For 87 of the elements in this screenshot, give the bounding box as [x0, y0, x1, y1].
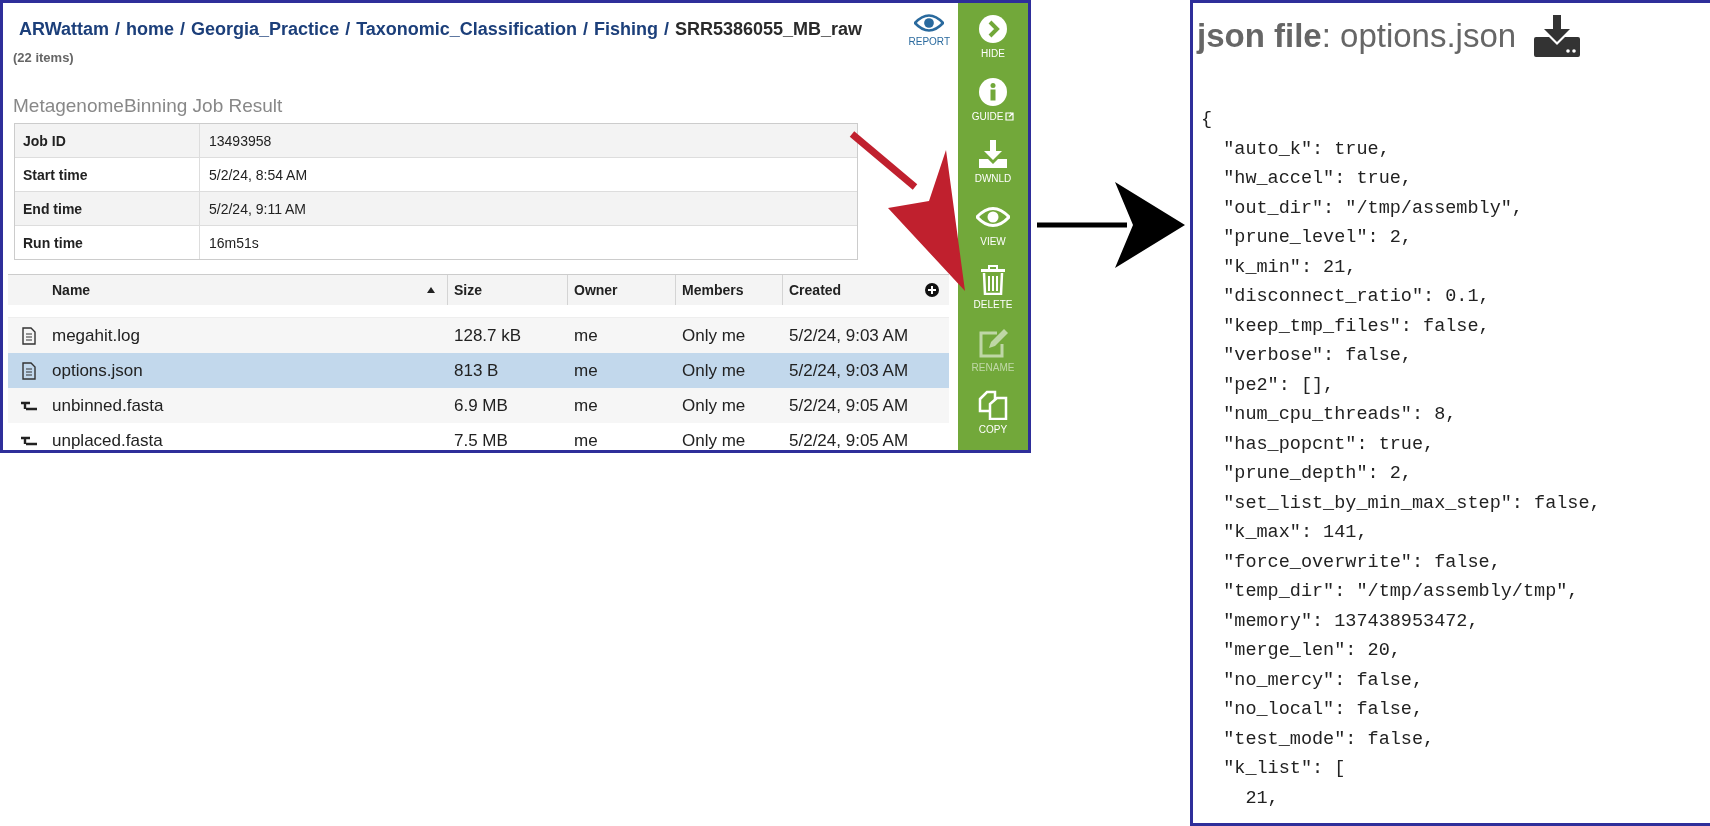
- table-cell-text: unbinned.fasta: [51, 394, 165, 417]
- code-line: "k_list": [: [1222, 757, 1347, 781]
- current-folder: SRR5386055_MB_raw: [674, 19, 863, 40]
- code-line: "out_dir": "/tmp/assembly",: [1222, 196, 1524, 221]
- table-cell-text: 5/2/24, 9:03 AM: [788, 359, 910, 382]
- trash-icon: [980, 264, 1006, 295]
- field-label: End time: [15, 192, 200, 225]
- table-cell-text: 6.9 MB: [453, 394, 509, 417]
- breadcrumb-separator: /: [663, 19, 669, 40]
- table-cell-text: Only me: [681, 324, 747, 347]
- field-value: 13493958: [208, 131, 273, 151]
- breadcrumb-link[interactable]: ARWattam: [19, 19, 109, 40]
- table-cell-text: me: [573, 429, 599, 450]
- field-label: Run time: [15, 226, 200, 259]
- code-line: "no_mercy": false,: [1222, 668, 1425, 693]
- table-cell-text: 813 B: [453, 359, 500, 382]
- code-line: "hw_accel": true,: [1222, 167, 1413, 191]
- file-row[interactable]: unplaced.fasta 7.5 MB me Only me 5/2/24, 9:05 AM: [8, 423, 949, 450]
- copy-icon: [978, 390, 1008, 421]
- chevron-circle-icon: [978, 14, 1008, 44]
- code-line: "memory": 137438953472,: [1222, 609, 1480, 634]
- breadcrumb-separator: /: [180, 19, 186, 40]
- code-line: "auto_k": true,: [1222, 137, 1391, 162]
- field-label: Job ID: [15, 124, 200, 157]
- column-header[interactable]: Created: [783, 275, 921, 305]
- field-label: Start time: [15, 158, 200, 191]
- code-line: "set_list_by_min_max_step": false,: [1222, 491, 1602, 516]
- breadcrumb-separator: /: [115, 19, 121, 40]
- code-line: "prune_level": 2,: [1222, 226, 1413, 250]
- table-cell-text: options.json: [51, 359, 144, 382]
- table-cell-text: Only me: [681, 359, 747, 382]
- table-cell-text: unplaced.fasta: [51, 429, 164, 450]
- code-line: "prune_depth": 2,: [1222, 462, 1413, 486]
- code-line: {: [1201, 108, 1214, 132]
- code-line: "merge_len": 20,: [1222, 639, 1402, 663]
- document-icon: [22, 326, 36, 345]
- viewer-title: json file: options.json: [1197, 17, 1517, 55]
- field-value: 5/2/24, 9:11 AM: [208, 199, 308, 219]
- report-button[interactable]: REPORT: [908, 13, 950, 57]
- table-cell-text: me: [573, 359, 599, 382]
- file-row[interactable]: options.json 813 B me Only me 5/2/24, 9:03 AM: [8, 353, 949, 388]
- eye-icon: [976, 206, 1010, 229]
- breadcrumb-link[interactable]: Fishing: [593, 19, 658, 40]
- info-icon: [978, 76, 1008, 107]
- table-cell-text: 5/2/24, 9:05 AM: [788, 394, 910, 417]
- download-icon[interactable]: [1534, 15, 1581, 57]
- breadcrumb-link[interactable]: Georgia_Practice: [191, 19, 340, 40]
- table-cell-text: 5/2/24, 9:03 AM: [788, 324, 910, 347]
- table-cell-text: 128.7 kB: [453, 324, 523, 347]
- table-cell-text: Only me: [681, 394, 747, 417]
- table-cell-text: me: [573, 394, 599, 417]
- breadcrumb-separator: /: [582, 19, 588, 40]
- document-icon: [22, 361, 36, 380]
- external-link-icon: [1005, 111, 1015, 121]
- breadcrumb-separator: /: [345, 19, 351, 40]
- file-row[interactable]: megahit.log 128.7 kB me Only me 5/2/24, 9:03 AM: [8, 318, 949, 353]
- table-cell-text: megahit.log: [51, 324, 141, 347]
- table-cell-text: 5/2/24, 9:05 AM: [788, 429, 910, 450]
- table-cell-text: 7.5 MB: [453, 429, 509, 450]
- code-line: "disconnect_ratio": 0.1,: [1222, 285, 1491, 309]
- code-line: "pe2": [],: [1222, 373, 1336, 398]
- table-cell-text: me: [573, 324, 599, 347]
- field-value: 5/2/24, 8:54 AM: [208, 165, 309, 185]
- file-row[interactable]: unbinned.fasta 6.9 MB me Only me 5/2/24, 9:05 AM: [8, 388, 949, 423]
- add-column-icon[interactable]: [925, 283, 939, 297]
- sequence-icon: [20, 400, 38, 411]
- code-line: 21,: [1244, 786, 1280, 811]
- code-line: "num_cpu_threads": 8,: [1222, 403, 1458, 427]
- code-line: "force_overwrite": false,: [1222, 550, 1502, 575]
- item-count: (22 items): [13, 50, 75, 65]
- section-title: MetagenomeBinning Job Result: [13, 95, 284, 117]
- code-line: "keep_tmp_files": false,: [1222, 314, 1491, 339]
- breadcrumb-link[interactable]: Taxonomic_Classification: [356, 19, 577, 40]
- code-line: "has_popcnt": true,: [1222, 432, 1436, 457]
- code-line: "no_local": false,: [1222, 698, 1425, 722]
- pencil-edit-icon: [977, 327, 1009, 358]
- field-value: 16m51s: [208, 233, 260, 253]
- table-cell-text: Only me: [681, 429, 747, 450]
- code-line: "temp_dir": "/tmp/assembly/tmp",: [1222, 580, 1580, 604]
- code-line: "k_min": 21,: [1222, 255, 1358, 280]
- breadcrumb-link[interactable]: home: [126, 19, 175, 40]
- code-line: "test_mode": false,: [1222, 727, 1436, 752]
- sequence-icon: [20, 435, 38, 446]
- code-line: "k_max": 141,: [1222, 521, 1369, 545]
- eye-icon: [914, 13, 945, 33]
- code-line: "verbose": false,: [1222, 344, 1413, 368]
- download-icon: [977, 139, 1009, 170]
